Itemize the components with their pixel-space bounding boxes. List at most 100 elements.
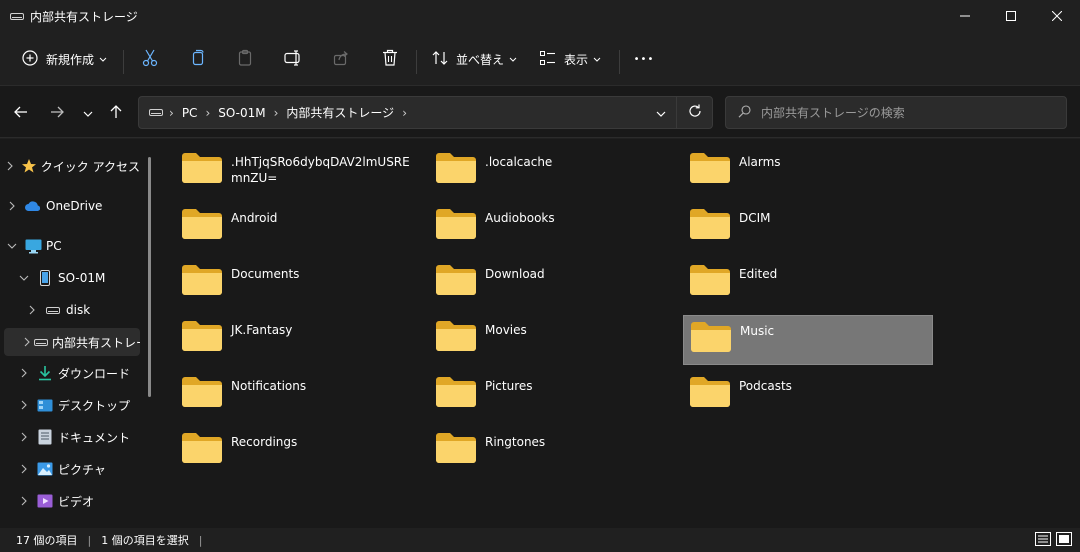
sidebar-item-documents[interactable]: ドキュメント xyxy=(4,423,140,451)
folder-name: Movies xyxy=(485,323,527,337)
more-options-button[interactable]: ••• xyxy=(628,43,660,75)
sidebar-item-quick-access[interactable]: クイック アクセス xyxy=(4,152,140,180)
sidebar-scrollbar[interactable] xyxy=(148,157,151,397)
folder-item[interactable]: Recordings xyxy=(160,419,410,469)
status-divider: | xyxy=(87,533,92,547)
folder-icon xyxy=(435,207,477,244)
search-box[interactable] xyxy=(725,96,1067,129)
minimize-button[interactable] xyxy=(942,0,988,32)
title-bar: 内部共有ストレージ xyxy=(0,0,1080,32)
folder-item[interactable]: Pictures xyxy=(414,363,664,413)
breadcrumb-separator-icon[interactable]: › xyxy=(274,106,279,120)
status-divider: | xyxy=(198,533,203,547)
folder-item[interactable]: Alarms xyxy=(668,139,918,189)
chevron-right-icon[interactable] xyxy=(16,464,32,474)
folder-item[interactable]: JK.Fantasy xyxy=(160,307,410,357)
folder-name: Ringtones xyxy=(485,435,546,449)
folder-name: Notifications xyxy=(231,379,307,393)
refresh-icon xyxy=(688,104,702,121)
maximize-button[interactable] xyxy=(988,0,1034,32)
chevron-down-icon[interactable] xyxy=(4,243,20,249)
folder-item[interactable]: DCIM xyxy=(668,195,918,245)
copy-button[interactable] xyxy=(181,43,215,75)
folder-item[interactable]: Download xyxy=(414,251,664,301)
folder-item[interactable]: .localcache xyxy=(414,139,664,189)
sort-button[interactable]: 並べ替え xyxy=(424,43,524,75)
breadcrumb-device[interactable]: SO-01M xyxy=(218,106,265,120)
tiles-view-button[interactable] xyxy=(1055,531,1073,549)
folder-icon xyxy=(435,151,477,188)
sidebar-item-internal-storage[interactable]: 内部共有ストレージ xyxy=(4,328,140,356)
paste-button[interactable] xyxy=(228,43,262,75)
folder-item[interactable]: Documents xyxy=(160,251,410,301)
address-history-button[interactable] xyxy=(646,106,676,120)
breadcrumb-separator-icon[interactable]: › xyxy=(402,106,407,120)
navigation-pane: クイック アクセス OneDrive PC SO-01M disk 内部共有スト… xyxy=(0,139,160,528)
new-button[interactable]: 新規作成 xyxy=(14,43,118,75)
drive-icon xyxy=(10,10,24,20)
sidebar-item-so-01m[interactable]: SO-01M xyxy=(4,264,140,292)
folder-icon xyxy=(689,375,731,412)
sidebar-item-videos[interactable]: ビデオ xyxy=(4,487,140,515)
folder-item[interactable]: Edited xyxy=(668,251,918,301)
monitor-icon xyxy=(24,238,42,254)
folder-name: JK.Fantasy xyxy=(231,323,293,337)
search-input[interactable] xyxy=(761,105,1051,120)
delete-button[interactable] xyxy=(373,43,407,75)
folder-item[interactable]: Notifications xyxy=(160,363,410,413)
chevron-right-icon[interactable] xyxy=(4,161,17,171)
sidebar-item-desktop[interactable]: デスクトップ xyxy=(4,391,140,419)
chevron-right-icon[interactable] xyxy=(16,432,32,442)
breadcrumb-separator-icon[interactable]: › xyxy=(205,106,210,120)
folder-item[interactable]: Ringtones xyxy=(414,419,664,469)
folder-name: Documents xyxy=(231,267,300,281)
sidebar-item-downloads[interactable]: ダウンロード xyxy=(4,359,140,387)
recent-locations-button[interactable] xyxy=(75,100,101,126)
cut-button[interactable] xyxy=(133,43,167,75)
folder-item[interactable]: .HhTjqSRo6dybqDAV2lmUSREmnZU= xyxy=(160,139,410,189)
sidebar-item-pc[interactable]: PC xyxy=(4,232,140,260)
rename-icon xyxy=(284,49,302,69)
folder-name: Android xyxy=(231,211,278,225)
details-view-button[interactable] xyxy=(1034,531,1052,549)
address-row: › PC › SO-01M › 内部共有ストレージ › xyxy=(0,86,1080,138)
toolbar-divider xyxy=(123,50,124,74)
sidebar-item-disk[interactable]: disk xyxy=(4,296,140,324)
folder-icon xyxy=(181,319,223,356)
folder-icon xyxy=(181,375,223,412)
up-button[interactable] xyxy=(103,100,129,126)
chevron-right-icon[interactable] xyxy=(16,496,32,506)
folder-item-selected[interactable]: Music xyxy=(683,315,933,365)
new-label: 新規作成 xyxy=(46,52,95,67)
chevron-right-icon[interactable] xyxy=(16,368,32,378)
chevron-right-icon[interactable] xyxy=(24,337,30,347)
folder-item[interactable]: Audiobooks xyxy=(414,195,664,245)
folder-item[interactable]: Movies xyxy=(414,307,664,357)
rename-button[interactable] xyxy=(276,43,310,75)
refresh-button[interactable] xyxy=(676,97,712,128)
chevron-right-icon[interactable] xyxy=(4,201,20,211)
folder-name: Recordings xyxy=(231,435,298,449)
sidebar-item-onedrive[interactable]: OneDrive xyxy=(4,192,140,220)
chevron-right-icon[interactable] xyxy=(24,305,40,315)
folder-name: Audiobooks xyxy=(485,211,555,225)
folder-icon xyxy=(435,263,477,300)
share-button[interactable] xyxy=(324,43,358,75)
folder-item[interactable]: Android xyxy=(160,195,410,245)
chevron-right-icon[interactable] xyxy=(16,400,32,410)
folder-item[interactable]: Podcasts xyxy=(668,363,918,413)
address-bar[interactable]: › PC › SO-01M › 内部共有ストレージ › xyxy=(138,96,713,129)
chevron-down-icon xyxy=(593,52,601,66)
folder-icon xyxy=(435,375,477,412)
chevron-down-icon[interactable] xyxy=(16,275,32,281)
forward-button[interactable] xyxy=(44,100,70,126)
folder-icon xyxy=(181,431,223,468)
sidebar-item-pictures[interactable]: ピクチャ xyxy=(4,455,140,483)
document-icon xyxy=(36,429,54,445)
close-button[interactable] xyxy=(1034,0,1080,32)
search-icon xyxy=(738,104,751,121)
breadcrumb-pc[interactable]: PC xyxy=(182,106,198,120)
breadcrumb-storage[interactable]: 内部共有ストレージ xyxy=(286,104,394,121)
back-button[interactable] xyxy=(8,100,34,126)
view-button[interactable]: 表示 xyxy=(532,43,612,75)
